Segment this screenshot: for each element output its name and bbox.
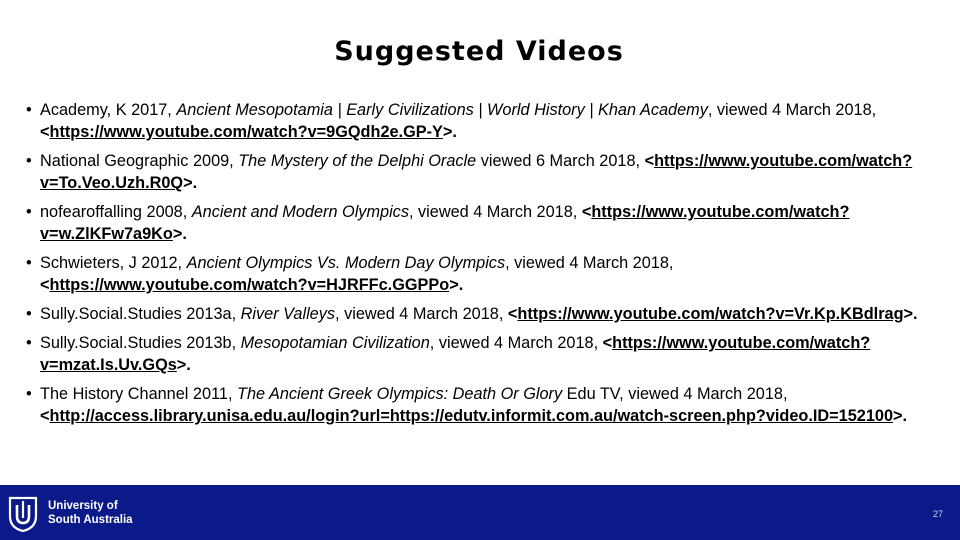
reference-title: Ancient and Modern Olympics: [191, 203, 409, 221]
url-open-bracket: <: [581, 203, 592, 221]
reference-item: • Sully.Social.Studies 2013b, Mesopotami…: [26, 332, 926, 376]
reference-item: • nofearoffalling 2008, Ancient and Mode…: [26, 201, 926, 245]
bullet-marker: •: [26, 152, 32, 170]
logo-text: University of South Australia: [48, 499, 133, 527]
reference-item: • National Geographic 2009, The Mystery o…: [26, 150, 926, 194]
reference-title: Mesopotamian Civilization: [240, 334, 430, 352]
unisa-logo-icon: [8, 496, 38, 532]
logo-line-1: University of: [48, 500, 118, 512]
url-close-bracket: >.: [442, 123, 457, 141]
bullet-marker: •: [26, 101, 32, 119]
url-open-bracket: <: [40, 276, 50, 294]
reference-author: Academy, K 2017,: [40, 101, 177, 119]
url-open-bracket: <: [40, 123, 50, 141]
url-close-bracket: >.: [893, 407, 908, 425]
reference-viewed: , viewed 4 March 2018,: [429, 334, 603, 352]
url-close-bracket: >.: [449, 276, 464, 294]
url-close-bracket: >.: [183, 174, 198, 192]
reference-author: National Geographic 2009,: [40, 152, 239, 170]
reference-link[interactable]: http://access.library.unisa.edu.au/login…: [50, 407, 894, 425]
slide: Suggested Videos • Academy, K 2017, Ancie…: [0, 0, 960, 540]
url-close-bracket: >.: [172, 225, 187, 243]
reference-link[interactable]: https://www.youtube.com/watch?v=Vr.Kp.KB…: [517, 305, 903, 323]
bullet-marker: •: [26, 385, 32, 403]
reference-viewed: , viewed 4 March 2018,: [408, 203, 582, 221]
bullet-marker: •: [26, 203, 32, 221]
url-open-bracket: <: [644, 152, 655, 170]
reference-author: Sully.Social.Studies 2013a,: [40, 305, 241, 323]
reference-title: The Ancient Greek Olympics: Death Or Glo…: [237, 385, 563, 403]
reference-author: The History Channel 2011,: [40, 385, 237, 403]
logo-line-2: South Australia: [48, 514, 133, 526]
reference-item: • The History Channel 2011, The Ancient …: [26, 383, 926, 427]
reference-author: Sully.Social.Studies 2013b,: [40, 334, 241, 352]
url-close-bracket: >.: [176, 356, 191, 374]
url-open-bracket: <: [40, 407, 50, 425]
url-close-bracket: >.: [903, 305, 918, 323]
footer-bar: University of South Australia 27: [0, 485, 960, 540]
reference-item: • Schwieters, J 2012, Ancient Olympics V…: [26, 252, 926, 296]
url-open-bracket: <: [507, 305, 518, 323]
reference-title: River Valleys: [240, 305, 336, 323]
reference-title: The Mystery of the Delphi Oracle: [238, 152, 477, 170]
reference-link[interactable]: https://www.youtube.com/watch?v=9GQdh2e.…: [50, 123, 443, 141]
bullet-marker: •: [26, 254, 32, 272]
reference-viewed: , viewed 4 March 2018,: [505, 254, 674, 272]
reference-viewed: , viewed 4 March 2018,: [707, 101, 877, 119]
url-open-bracket: <: [602, 334, 613, 352]
page-number: 27: [932, 509, 943, 519]
reference-link[interactable]: https://www.youtube.com/watch?v=HJRFFc.G…: [50, 276, 450, 294]
reference-viewed: viewed 6 March 2018,: [476, 152, 645, 170]
reference-viewed: Edu TV, viewed 4 March 2018,: [562, 385, 788, 403]
reference-item: • Sully.Social.Studies 2013a, River Vall…: [26, 303, 926, 325]
reference-author: nofearoffalling 2008,: [40, 203, 192, 221]
slide-title: Suggested Videos: [334, 36, 624, 67]
bullet-marker: •: [26, 305, 32, 323]
reference-author: Schwieters, J 2012,: [40, 254, 187, 272]
reference-title: Ancient Mesopotamia | Early Civilization…: [176, 101, 708, 119]
reference-title: Ancient Olympics Vs. Modern Day Olympics: [186, 254, 506, 272]
reference-viewed: , viewed 4 March 2018,: [335, 305, 508, 323]
reference-item: • Academy, K 2017, Ancient Mesopotamia | …: [26, 99, 926, 143]
reference-list: • Academy, K 2017, Ancient Mesopotamia | …: [26, 99, 926, 434]
bullet-marker: •: [26, 334, 32, 352]
